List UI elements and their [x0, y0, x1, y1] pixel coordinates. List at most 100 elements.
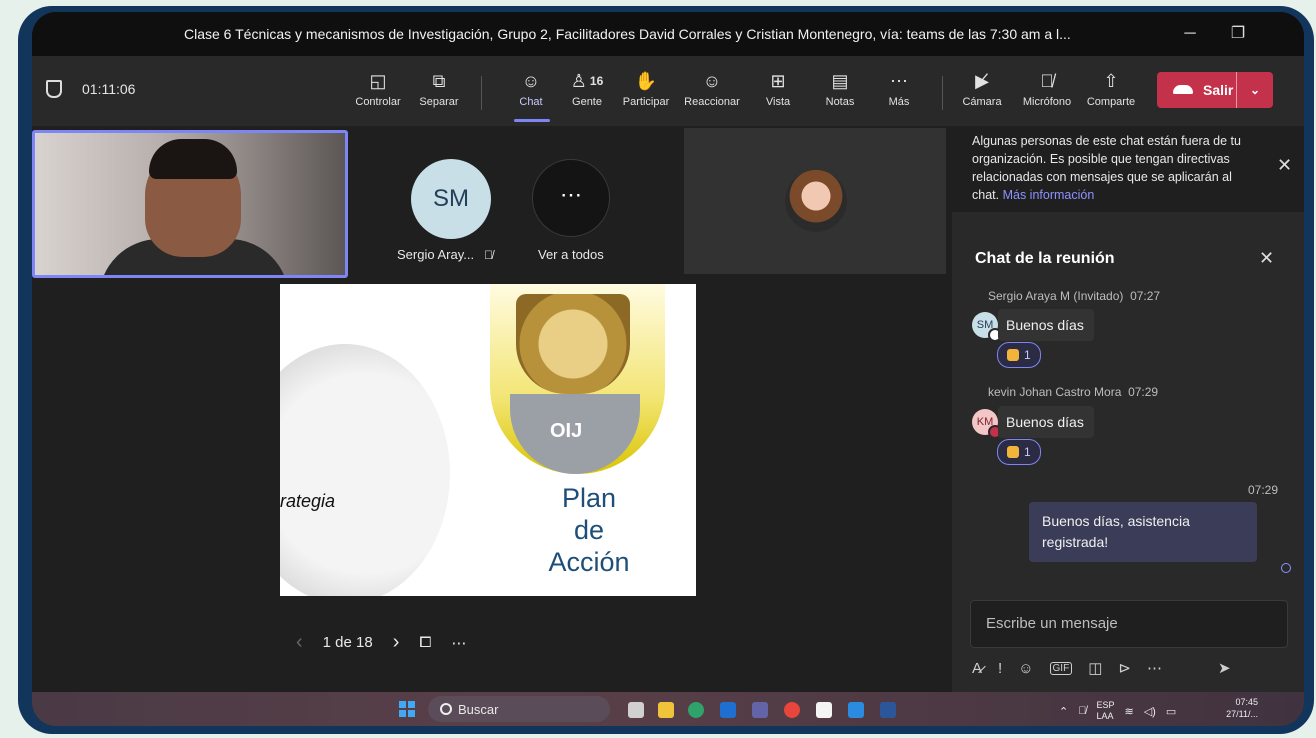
edge-icon[interactable]: [688, 702, 704, 718]
reaction-count: 1: [1024, 348, 1031, 362]
popout-icon: ⧉: [432, 71, 446, 91]
leave-button[interactable]: Salir ⌄: [1157, 72, 1273, 108]
mic-off-icon[interactable]: 🎙̸: [1078, 705, 1086, 717]
language-variant: LAA: [1096, 711, 1114, 721]
separar-button[interactable]: ⧉ Separar: [416, 66, 462, 108]
chrome-icon[interactable]: [784, 702, 800, 718]
shield-icon: [46, 80, 62, 98]
gente-button[interactable]: ♙ 16 Gente: [562, 66, 612, 108]
controlar-button[interactable]: ◱ Controlar: [352, 66, 404, 108]
participant-name-text: Sergio Aray...: [397, 247, 475, 262]
search-icon: [440, 703, 452, 715]
system-tray: ⌃ 🎙̸ ESP LAA ≋ ◁) ▭: [1059, 700, 1176, 722]
sticker-icon[interactable]: ◫: [1088, 659, 1102, 677]
police-badge-icon: [516, 294, 630, 394]
slide-pager: 1 de 18: [322, 634, 373, 651]
reaction-pill[interactable]: 1: [997, 439, 1041, 465]
seen-icon: [1281, 563, 1291, 573]
wifi-icon[interactable]: ≋: [1124, 705, 1133, 718]
slide-title-line: Plan: [561, 483, 617, 513]
gif-icon[interactable]: GIF: [1049, 661, 1073, 675]
send-icon[interactable]: ➤: [1218, 659, 1231, 677]
grid-icon: ⊞: [770, 71, 786, 91]
notas-button[interactable]: ▤ Notas: [820, 66, 860, 108]
message-meta: kevin Johan Castro Mora 07:29: [988, 385, 1158, 399]
format-icon[interactable]: A̷: [972, 660, 982, 677]
smiley-icon: ☺: [702, 71, 722, 91]
message-author: Sergio Araya M (Invitado): [988, 289, 1124, 303]
slides-overview-icon[interactable]: ⧠: [419, 634, 431, 651]
view-all-button[interactable]: ⋯: [532, 159, 610, 237]
taskbar-search[interactable]: Buscar: [428, 696, 610, 722]
message-time: 07:29: [1248, 483, 1279, 497]
vista-label: Vista: [765, 96, 791, 108]
timer-value: 01:11:06: [82, 81, 136, 97]
participant-name: Sergio Aray... 🎙̸: [397, 247, 493, 262]
close-icon[interactable]: ✕: [1259, 248, 1274, 269]
people-icon: ♙: [570, 71, 587, 91]
chevron-up-icon[interactable]: ⌃: [1059, 705, 1068, 718]
microfono-label: Micrófono: [1022, 96, 1072, 108]
notas-label: Notas: [825, 96, 855, 108]
my-message-text: Buenos días, asistencia registrada!: [1042, 513, 1190, 550]
close-icon[interactable]: ✕: [1277, 156, 1292, 174]
file-explorer-icon[interactable]: [658, 702, 674, 718]
emoji-icon[interactable]: ☺: [1018, 660, 1033, 677]
camera-button[interactable]: ▶̸ Cámara: [960, 66, 1004, 108]
avatar[interactable]: SM: [411, 159, 491, 239]
chevron-left-icon[interactable]: ‹: [296, 631, 303, 654]
share-button[interactable]: ⇧ Comparte: [1082, 66, 1140, 108]
avatar: [785, 170, 847, 232]
reaccionar-label: Reaccionar: [684, 96, 740, 108]
message-time: 07:29: [1128, 385, 1159, 399]
chat-button[interactable]: ☺ Chat: [508, 66, 554, 108]
taskbar-clock[interactable]: 07:45 27/11/...: [1218, 696, 1258, 720]
mic-off-icon: 🎙̸: [1040, 71, 1054, 91]
self-video-tile[interactable]: [32, 130, 348, 278]
reaction-count: 1: [1024, 445, 1031, 459]
loop-icon[interactable]: ⊳: [1118, 659, 1131, 677]
participant-video-tile[interactable]: [684, 128, 946, 274]
more-icon: ⋯: [890, 71, 908, 91]
vista-button[interactable]: ⊞ Vista: [760, 66, 796, 108]
mas-button[interactable]: ⋯ Más: [884, 66, 914, 108]
more-info-link[interactable]: Más información: [1003, 188, 1095, 202]
participar-button[interactable]: ✋ Participar: [620, 66, 672, 108]
divider: [481, 76, 482, 110]
notice-text: Algunas personas de este chat están fuer…: [972, 132, 1262, 204]
chevron-right-icon[interactable]: ›: [393, 631, 400, 654]
store-icon[interactable]: [848, 702, 864, 718]
hangup-icon: [1173, 85, 1193, 94]
composer-tools: A̷ ! ☺ GIF ◫ ⊳ ⋯ ➤: [972, 656, 1288, 680]
word-icon[interactable]: [880, 702, 896, 718]
task-view-icon[interactable]: [628, 702, 644, 718]
participant-hair: [149, 139, 237, 179]
minimize-button[interactable]: ─: [1170, 18, 1210, 50]
notes-icon: ▤: [831, 71, 849, 91]
message-composer[interactable]: Escribe un mensaje: [970, 600, 1288, 648]
teams-window: Clase 6 Técnicas y mecanismos de Investi…: [32, 12, 1304, 726]
chat-title: Chat de la reunión: [975, 250, 1115, 267]
raise-hand-icon: ✋: [634, 71, 658, 91]
external-notice: Algunas personas de este chat están fuer…: [952, 126, 1304, 212]
teams-icon[interactable]: [752, 702, 768, 718]
battery-icon[interactable]: ▭: [1166, 705, 1176, 718]
more-icon[interactable]: ⋯: [451, 634, 466, 652]
volume-icon[interactable]: ◁): [1144, 705, 1156, 718]
camera-off-icon: ▶̸: [975, 71, 989, 91]
restore-button[interactable]: ❐: [1218, 18, 1258, 50]
more-icon[interactable]: ⋯: [1147, 659, 1162, 677]
notepad-icon[interactable]: [816, 702, 832, 718]
important-icon[interactable]: !: [998, 660, 1002, 677]
meeting-toolbar: 01:11:06 ◱ Controlar ⧉ Separar ☺ Chat ♙ 1…: [32, 56, 1304, 126]
outlook-icon[interactable]: [720, 702, 736, 718]
my-message-bubble: Buenos días, asistencia registrada!: [1029, 502, 1257, 562]
chevron-down-icon[interactable]: ⌄: [1236, 72, 1273, 108]
mic-button[interactable]: 🎙̸ Micrófono: [1018, 66, 1076, 108]
language-indicator[interactable]: ESP LAA: [1096, 700, 1114, 722]
reaccionar-button[interactable]: ☺ Reaccionar: [682, 66, 742, 108]
windows-start-icon[interactable]: [399, 701, 415, 717]
camara-label: Cámara: [962, 96, 1002, 108]
reaction-pill[interactable]: 1: [997, 342, 1041, 368]
message-author: kevin Johan Castro Mora: [988, 385, 1122, 399]
